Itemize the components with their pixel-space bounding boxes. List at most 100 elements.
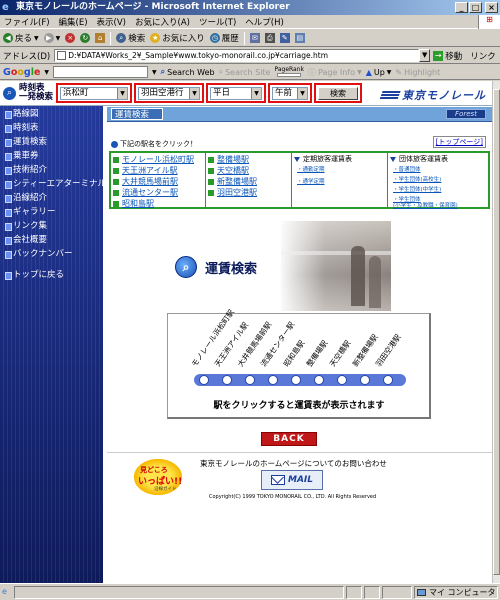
back-button[interactable]: ◀ 戻る ▼	[3, 32, 39, 44]
vertical-scrollbar[interactable]	[492, 81, 500, 583]
google-input-dropdown-icon[interactable]: ▼	[152, 69, 157, 76]
maximize-button[interactable]: □	[469, 2, 482, 13]
group-elementary-link-line2[interactable]: (小学生・及教職・保育園)	[393, 203, 486, 209]
nav-item-technology[interactable]: 技術紹介	[0, 164, 103, 176]
station-link[interactable]: 新整備場駅	[208, 176, 289, 187]
station-stop[interactable]	[360, 375, 370, 385]
top-page-link[interactable]: [トップページ]	[432, 136, 486, 148]
commuter-work-link[interactable]: ・通勤定期	[297, 167, 385, 174]
toolbar-separator	[243, 31, 245, 45]
timetable-search-button[interactable]: 検索	[318, 87, 358, 100]
close-button[interactable]: ×	[485, 2, 498, 13]
favorites-button[interactable]: ★ お気に入り	[150, 32, 205, 44]
up-button[interactable]: ▲ Up ▼	[366, 68, 392, 77]
nav-item-links[interactable]: リンク集	[0, 220, 103, 232]
nav-item-gallery[interactable]: ギャラリー	[0, 206, 103, 218]
search-site-button[interactable]: ⌕ Search Site	[219, 67, 271, 77]
group-high-school-link[interactable]: ・学生団体(高校生)	[393, 177, 486, 184]
station-stop[interactable]	[245, 375, 255, 385]
station-stop[interactable]	[383, 375, 393, 385]
go-button[interactable]: → 移動	[433, 50, 462, 62]
menu-favorites[interactable]: お気に入り(A)	[135, 16, 190, 28]
back-button[interactable]: BACK	[261, 432, 317, 446]
nav-item-city-air-terminal[interactable]: シティーエアターミナル	[0, 178, 106, 190]
search-button[interactable]: ⌕ 検索	[116, 32, 145, 44]
nav-item-timetable[interactable]: 時刻表	[0, 122, 103, 134]
station-link-label: 大井競馬場前駅	[122, 177, 178, 186]
station-link[interactable]: 流通センター駅	[113, 187, 203, 198]
menu-edit[interactable]: 編集(E)	[59, 16, 88, 28]
nav-item-back-to-top[interactable]: トップに戻る	[0, 269, 103, 281]
contact-text: 東京モノレールのホームページについてのお問い合わせ	[200, 459, 387, 468]
nav-item-along-the-line[interactable]: 沿線紹介	[0, 192, 103, 204]
station-stop[interactable]	[222, 375, 232, 385]
home-icon[interactable]: ⌂	[95, 33, 106, 43]
search-button-highlight: 検索	[314, 83, 362, 103]
forward-button[interactable]: ▶ ▼	[43, 33, 61, 43]
back-dropdown-icon[interactable]: ▼	[34, 35, 39, 42]
station-stop[interactable]	[314, 375, 324, 385]
forward-dropdown-icon[interactable]: ▼	[56, 35, 61, 42]
station-link[interactable]: 昭和島駅	[113, 198, 203, 209]
nav-item-tickets[interactable]: 乗車券	[0, 150, 103, 162]
print-icon[interactable]: ⎙	[264, 33, 275, 43]
google-menu-dropdown-icon[interactable]: ▼	[44, 69, 49, 76]
tokyo-monorail-logo: 東京モノレール	[379, 87, 486, 103]
page-info-icon: ⓘ	[308, 67, 317, 77]
station-link[interactable]: 羽田空港駅	[208, 187, 289, 198]
google-logo-letter: e	[33, 66, 41, 78]
station-link[interactable]: 天空橋駅	[208, 165, 289, 176]
station-stop[interactable]	[291, 375, 301, 385]
station-link[interactable]: 大井競馬場前駅	[113, 176, 203, 187]
page-info-button[interactable]: ⓘ Page Info ▼	[308, 67, 362, 78]
along-line-guide-banner[interactable]: 見どころ いっぱい!! 沿線ガイド	[134, 459, 182, 495]
nav-item-route-map[interactable]: 路線図	[0, 108, 103, 120]
discuss-icon[interactable]: ▤	[294, 33, 305, 43]
mail-icon[interactable]: ✉	[249, 33, 260, 43]
menu-view[interactable]: 表示(V)	[97, 16, 126, 28]
menu-help[interactable]: ヘルプ(H)	[245, 16, 284, 28]
station-stop[interactable]	[268, 375, 278, 385]
commuter-school-link[interactable]: ・通学定期	[297, 179, 385, 186]
address-input[interactable]: D:¥DATA¥Works_2¥_Sample¥www.tokyo-monora…	[54, 49, 420, 62]
from-station-select[interactable]: 浜松町 ▼	[60, 87, 128, 100]
google-toolbar: Google ▼ ▼ ⌕ Search Web ⌕ Search Site Pa…	[0, 65, 500, 80]
green-square-icon	[113, 167, 119, 174]
nav-item-back-numbers[interactable]: バックナンバー	[0, 248, 103, 260]
destination-select[interactable]: 羽田空港行 ▼	[138, 87, 200, 100]
station-link[interactable]: 天王洲アイル駅	[113, 165, 203, 176]
day-type-select[interactable]: 平日 ▼	[210, 87, 262, 100]
edit-icon[interactable]: ✎	[279, 33, 290, 43]
refresh-icon[interactable]: ↻	[80, 33, 91, 43]
search-web-button[interactable]: ⌕ Search Web	[161, 67, 215, 77]
stop-icon[interactable]: ×	[65, 33, 76, 43]
station-link-label: 新整備場駅	[217, 177, 257, 186]
scrollbar-thumb[interactable]	[493, 89, 500, 575]
highlight-button[interactable]: ✎ Highlight	[395, 68, 440, 77]
menu-tools[interactable]: ツール(T)	[199, 16, 236, 28]
google-search-input[interactable]	[53, 66, 149, 78]
back-label: 戻る	[15, 34, 33, 44]
search-label: 検索	[128, 34, 146, 44]
menu-file[interactable]: ファイル(F)	[4, 16, 50, 28]
route-station-label[interactable]: 整備場駅	[304, 338, 330, 369]
history-button[interactable]: ◷ 履歴	[209, 32, 239, 44]
brand-name: 東京モノレール	[402, 89, 486, 102]
google-logo[interactable]: Google	[3, 67, 40, 78]
group-regular-link[interactable]: ・普通団体	[393, 167, 486, 174]
minimize-button[interactable]: _	[455, 2, 468, 13]
address-label: アドレス(D)	[3, 51, 51, 62]
group-junior-high-link[interactable]: ・学生団体(中学生)	[393, 187, 486, 194]
address-dropdown-button[interactable]: ▼	[419, 49, 431, 62]
mail-button[interactable]: MAIL	[261, 470, 323, 490]
station-link[interactable]: モノレール浜松町駅	[113, 154, 203, 165]
station-link[interactable]: 整備場駅	[208, 154, 289, 165]
route-station-label[interactable]: 天空橋駅	[327, 338, 353, 369]
station-link-label: 天王洲アイル駅	[122, 166, 178, 175]
links-button[interactable]: リンク	[470, 50, 496, 62]
station-stop[interactable]	[199, 375, 209, 385]
station-stop[interactable]	[337, 375, 347, 385]
nav-item-fare-search[interactable]: 運賃検索	[0, 136, 103, 148]
nav-item-company[interactable]: 会社概要	[0, 234, 103, 246]
time-of-day-select[interactable]: 午前 ▼	[272, 87, 308, 100]
